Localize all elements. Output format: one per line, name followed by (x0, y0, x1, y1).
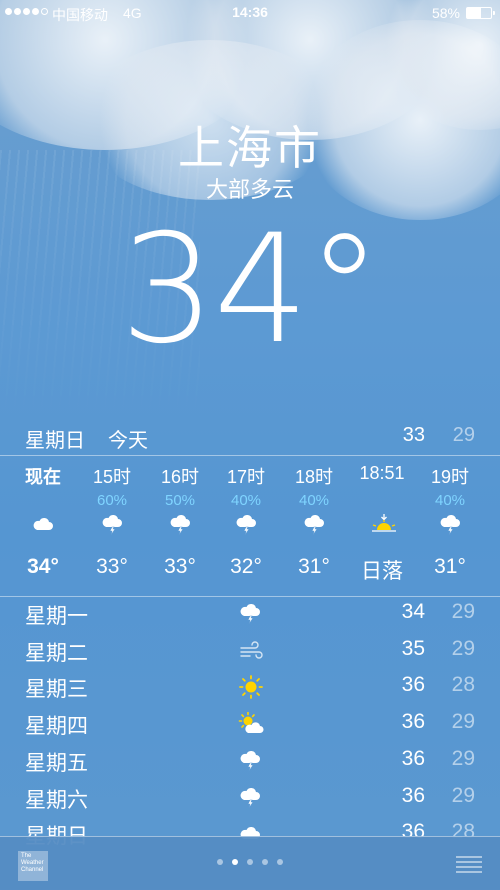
divider (0, 596, 500, 597)
day-name: 星期五 (25, 751, 88, 775)
hour-temp: 33° (96, 555, 128, 578)
hour-time: 15时 (92, 467, 132, 487)
day-name: 星期二 (25, 641, 88, 665)
page-dot[interactable] (277, 859, 283, 865)
hour-temp: 33° (164, 555, 196, 578)
today-label: 今天 (108, 430, 148, 452)
hour-time: 16时 (160, 467, 200, 487)
daily-row: 星期六 36 29 (25, 784, 475, 814)
precip-chance: 40% (298, 492, 330, 509)
daily-row: 星期一 34 29 (25, 600, 475, 630)
hour-time: 19时 (430, 467, 470, 487)
day-high: 36 (401, 746, 425, 770)
hourly-forecast[interactable]: 现在 34° 15时 60% 33° 16时 50% 33° 17时 40% 32° 18时 40% 31… (0, 458, 500, 593)
weather-channel-logo[interactable]: The Weather Channel (18, 851, 48, 881)
thunderstorm-icon (238, 786, 264, 810)
today-high: 33 (402, 424, 425, 446)
bottom-toolbar: The Weather Channel (0, 836, 500, 890)
divider (0, 455, 500, 456)
day-name: 星期一 (25, 605, 88, 628)
precip-chance: 40% (434, 492, 466, 509)
status-bar: 中国移动 4G 14:36 58% (0, 0, 500, 26)
page-dot[interactable] (262, 859, 268, 865)
hour-time: 18时 (294, 467, 334, 487)
cloud-icon (31, 513, 55, 535)
day-name: 星期六 (25, 788, 88, 812)
daily-row: 星期二 35 29 (25, 637, 475, 667)
page-dot[interactable] (232, 859, 238, 865)
daily-row: 星期五 36 29 (25, 747, 475, 777)
day-low: 28 (451, 673, 475, 697)
day-high: 34 (401, 600, 425, 623)
day-high: 35 (401, 636, 425, 660)
sun-icon (238, 675, 264, 700)
battery-icon (466, 7, 495, 19)
today-low: 29 (452, 424, 475, 446)
day-name: 星期四 (25, 715, 88, 739)
today-day: 星期日 (25, 430, 85, 452)
day-low: 29 (451, 600, 475, 623)
thunderstorm-icon (234, 513, 258, 536)
thunderstorm-icon (100, 513, 124, 536)
hour-time: 18:51 (359, 463, 405, 483)
precip-chance: 40% (230, 492, 262, 509)
hour-time: 现在 (25, 467, 61, 487)
page-dot[interactable] (217, 859, 223, 865)
precip-chance: 60% (96, 492, 128, 509)
day-low: 29 (451, 746, 475, 770)
current-temperature: 34° (120, 203, 382, 377)
hour-temp: 日落 (361, 560, 403, 583)
hour-temp: 32° (230, 555, 262, 578)
thunderstorm-icon (238, 749, 264, 773)
hour-temp: 31° (298, 555, 330, 578)
day-low: 29 (451, 710, 475, 734)
day-low: 29 (451, 783, 475, 807)
weather-condition: 大部多云 (205, 177, 294, 202)
day-high: 36 (401, 783, 425, 807)
precip-chance: 50% (164, 492, 196, 509)
partly-sunny-icon (238, 711, 264, 736)
day-name: 星期三 (25, 678, 88, 702)
page-dot[interactable] (247, 859, 253, 865)
day-low: 29 (451, 636, 475, 660)
hour-temp: 34° (27, 555, 59, 578)
day-high: 36 (401, 673, 425, 697)
battery-percent: 58% (431, 5, 460, 21)
hour-time: 2 (482, 463, 500, 484)
hour-temp: 31° (434, 555, 466, 578)
daily-row: 星期三 36 28 (25, 673, 475, 703)
day-high: 36 (401, 710, 425, 734)
page-indicator[interactable] (0, 859, 500, 865)
thunderstorm-icon (438, 513, 462, 536)
hour-time: 17时 (226, 467, 266, 487)
city-list-icon[interactable] (456, 855, 482, 873)
today-summary: 星期日 今天 33 29 (25, 424, 475, 452)
status-time: 14:36 (232, 4, 268, 20)
city-name: 上海市 (178, 122, 322, 174)
thunderstorm-icon (238, 602, 264, 626)
wind-icon (238, 639, 264, 663)
thunderstorm-icon (302, 513, 326, 536)
sunset-icon (370, 513, 396, 535)
thunderstorm-icon (168, 513, 192, 536)
daily-row: 星期四 36 29 (25, 710, 475, 740)
